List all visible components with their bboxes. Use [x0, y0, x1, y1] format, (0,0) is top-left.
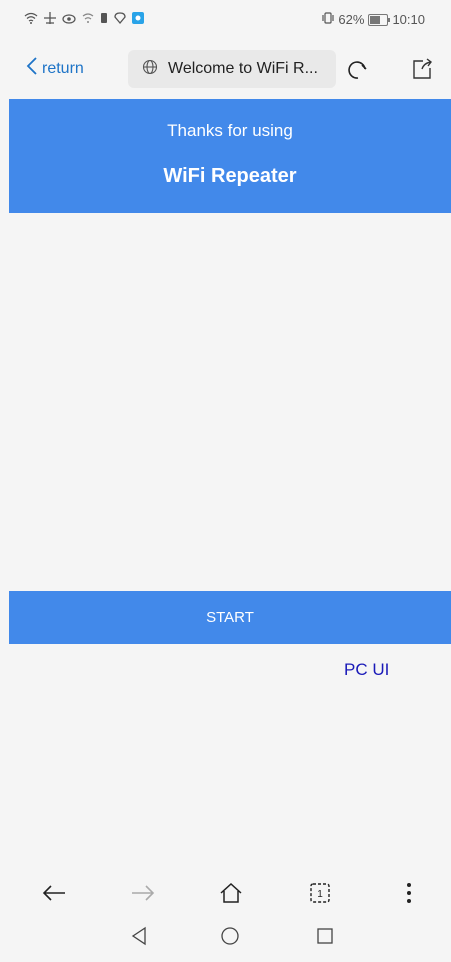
- content-area: [9, 213, 451, 591]
- forward-button[interactable]: [128, 878, 158, 908]
- share-icon: [413, 58, 432, 79]
- browser-nav-bar: 1: [0, 860, 451, 920]
- tabs-icon: 1: [310, 883, 330, 903]
- square-recents-icon: [317, 928, 333, 944]
- start-button[interactable]: START: [9, 591, 451, 644]
- wifi-icon: [24, 12, 38, 27]
- header-subtitle: Thanks for using: [167, 121, 293, 140]
- battery-level: [370, 15, 381, 24]
- app-icon: [132, 12, 144, 27]
- address-bar[interactable]: Welcome to WiFi R...: [128, 50, 336, 88]
- back-button[interactable]: [39, 878, 69, 908]
- page-title: Welcome to WiFi R...: [168, 60, 318, 77]
- more-vertical-icon: [407, 883, 411, 903]
- system-nav-bar: [0, 915, 451, 962]
- arrow-left-icon: [42, 885, 65, 901]
- arrow-right-icon: [132, 885, 155, 901]
- share-button[interactable]: [410, 57, 434, 81]
- circle-home-icon: [221, 927, 239, 945]
- wifi-icon: [82, 12, 94, 27]
- welcome-header: Thanks for using WiFi Repeater: [9, 99, 451, 213]
- more-menu-button[interactable]: [394, 878, 424, 908]
- status-bar: 62% 10:10: [0, 0, 451, 40]
- system-home-button[interactable]: [217, 923, 243, 949]
- battery-percent: 62%: [338, 12, 365, 27]
- system-recents-button[interactable]: [312, 923, 338, 949]
- eye-icon: [62, 12, 76, 27]
- home-icon: [220, 882, 242, 903]
- browser-toolbar: return Welcome to WiFi R...: [0, 40, 451, 100]
- globe-icon: [142, 59, 158, 80]
- clock: 10:10: [392, 12, 425, 27]
- tabs-button[interactable]: 1: [305, 878, 335, 908]
- reload-icon: [348, 61, 367, 79]
- pc-ui-link[interactable]: PC UI: [344, 660, 389, 680]
- header-title: WiFi Repeater: [163, 165, 297, 187]
- return-button[interactable]: return: [26, 56, 84, 81]
- vibrate-icon: [322, 12, 335, 27]
- location-icon: [114, 12, 126, 27]
- triangle-back-icon: [131, 926, 146, 946]
- sim-icon: [100, 12, 108, 27]
- chevron-left-icon: [26, 56, 38, 81]
- svg-text:1: 1: [317, 889, 323, 900]
- battery-icon: [368, 13, 391, 26]
- status-icons: [24, 12, 144, 27]
- reload-button[interactable]: [346, 58, 370, 82]
- return-label: return: [42, 59, 84, 77]
- system-back-button[interactable]: [126, 923, 152, 949]
- home-button[interactable]: [216, 878, 246, 908]
- airplane-icon: [44, 12, 56, 27]
- status-indicators: 62% 10:10: [322, 12, 425, 27]
